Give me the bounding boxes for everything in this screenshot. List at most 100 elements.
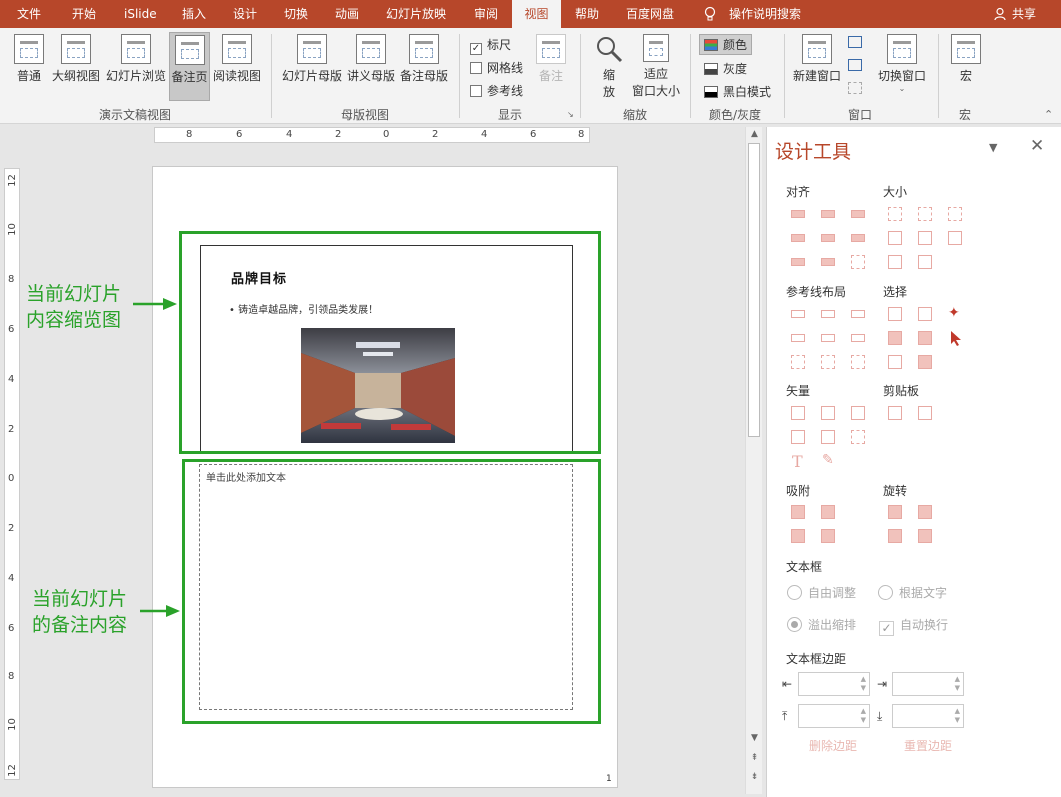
notes-page-button[interactable]: 备注页 [169, 32, 210, 101]
fill-height-icon[interactable] [918, 231, 932, 245]
tab-baidu-netdisk[interactable]: 百度网盘 [626, 0, 674, 28]
tab-slideshow[interactable]: 幻灯片放映 [386, 0, 446, 28]
slide-sorter-button[interactable]: 幻灯片浏览 [104, 34, 168, 84]
notes-master-button[interactable]: 备注母版 [398, 34, 450, 84]
share-button[interactable]: 共享 [1012, 0, 1036, 28]
guide-middle-icon[interactable] [821, 334, 835, 342]
macros-button[interactable]: 宏 [948, 34, 984, 84]
subtract-icon[interactable] [821, 430, 835, 444]
arrange-all-icon[interactable] [848, 36, 862, 48]
distribute-horizontal-icon[interactable] [791, 258, 805, 266]
pen-icon[interactable]: ✎ [822, 452, 834, 468]
close-icon[interactable]: ✕ [1030, 136, 1044, 156]
spinner-arrows-icon[interactable]: ▲ ▼ [861, 675, 866, 693]
remove-margins-button[interactable]: 删除边距 [809, 737, 857, 754]
scroll-down-icon[interactable]: ▼ [749, 733, 760, 744]
cascade-icon[interactable] [848, 59, 862, 71]
grayscale-button[interactable]: 灰度 [704, 60, 747, 77]
spinner-arrows-icon[interactable]: ▲ ▼ [955, 675, 960, 693]
scroll-up-icon[interactable]: ▲ [749, 129, 760, 140]
new-window-button[interactable]: 新建窗口 [791, 34, 843, 84]
margin-bottom-input[interactable]: ▲ ▼ [892, 704, 964, 728]
tab-help[interactable]: 帮助 [575, 0, 599, 28]
dialog-launcher-icon[interactable]: ↘ [567, 110, 574, 119]
guide-center-icon[interactable] [821, 310, 835, 318]
tab-view[interactable]: 视图 [512, 0, 561, 28]
black-white-button[interactable]: 黑白模式 [704, 83, 771, 100]
select-similar-icon[interactable] [918, 307, 932, 321]
fragment-icon[interactable] [851, 406, 865, 420]
split-icon[interactable] [848, 82, 862, 94]
ruler-checkbox[interactable]: ✓ 标尺 [470, 36, 511, 55]
normal-view-button[interactable]: 普通 [11, 34, 47, 84]
magic-wand-icon[interactable]: ✦ [948, 305, 960, 321]
copy-format-icon[interactable] [888, 406, 902, 420]
select-layer-icon[interactable] [918, 331, 932, 345]
tab-transitions[interactable]: 切换 [284, 0, 308, 28]
flip-horizontal-icon[interactable] [888, 529, 902, 543]
previous-slide-icon[interactable]: ⇞ [749, 753, 760, 764]
align-center-icon[interactable] [821, 210, 835, 218]
same-width-icon[interactable] [888, 207, 902, 221]
guide-grid-v-icon[interactable] [821, 355, 835, 369]
cursor-arrow-icon[interactable] [950, 330, 962, 346]
align-right-icon[interactable] [851, 210, 865, 218]
distribute-grid-icon[interactable] [851, 255, 865, 269]
tab-home[interactable]: 开始 [72, 0, 96, 28]
by-text-radio[interactable]: 根据文字 [878, 584, 947, 601]
snap-bottom-icon[interactable] [821, 529, 835, 543]
intersect-icon[interactable] [791, 430, 805, 444]
tab-insert[interactable]: 插入 [182, 0, 206, 28]
tab-review[interactable]: 审阅 [474, 0, 498, 28]
rotate-left-icon[interactable] [888, 505, 902, 519]
reading-view-button[interactable]: 阅读视图 [211, 34, 263, 84]
tab-islide[interactable]: iSlide [124, 0, 157, 28]
select-same-icon[interactable] [888, 307, 902, 321]
same-size-icon[interactable] [948, 207, 962, 221]
autofit-radio[interactable]: 自由调整 [787, 584, 856, 601]
spinner-arrows-icon[interactable]: ▲ ▼ [955, 707, 960, 725]
panel-menu-chevron-icon[interactable]: ▼ [989, 141, 997, 154]
switch-window-button[interactable]: 切换窗口 ⌄ [875, 34, 929, 93]
next-slide-icon[interactable]: ⇟ [749, 772, 760, 783]
flip-vertical-icon[interactable] [918, 529, 932, 543]
guide-bottom-icon[interactable] [851, 334, 865, 342]
select-hidden-icon[interactable] [918, 355, 932, 369]
swap-size-icon[interactable] [948, 231, 962, 245]
horizontal-ruler[interactable]: 8 6 4 2 0 2 4 6 8 [154, 127, 590, 143]
tab-animations[interactable]: 动画 [335, 0, 359, 28]
union-icon[interactable] [791, 406, 805, 420]
distribute-vertical-icon[interactable] [821, 258, 835, 266]
fill-width-icon[interactable] [888, 231, 902, 245]
same-height-icon[interactable] [918, 207, 932, 221]
align-bottom-icon[interactable] [851, 234, 865, 242]
edit-points-icon[interactable] [851, 430, 865, 444]
select-group-icon[interactable] [888, 331, 902, 345]
tell-me-search[interactable]: 操作说明搜索 [729, 0, 801, 28]
align-middle-icon[interactable] [821, 234, 835, 242]
notes-toggle-button[interactable]: 备注 [532, 34, 570, 84]
gridlines-checkbox[interactable]: 网格线 [470, 59, 523, 76]
guide-grid-icon[interactable] [851, 355, 865, 369]
snap-left-icon[interactable] [791, 505, 805, 519]
outline-view-button[interactable]: 大纲视图 [50, 34, 102, 84]
snap-top-icon[interactable] [791, 529, 805, 543]
margin-top-input[interactable]: ▲ ▼ [798, 704, 870, 728]
select-inverse-icon[interactable] [888, 355, 902, 369]
overflow-shrink-radio[interactable]: 溢出缩排 [787, 616, 856, 633]
text-to-shape-icon[interactable]: T [792, 452, 803, 471]
rotate-right-icon[interactable] [918, 505, 932, 519]
combine-icon[interactable] [821, 406, 835, 420]
color-mode-button[interactable]: 颜色 [699, 34, 752, 55]
align-left-icon[interactable] [791, 210, 805, 218]
scrollbar-thumb[interactable] [748, 143, 760, 437]
guides-checkbox[interactable]: 参考线 [470, 82, 523, 99]
tab-design[interactable]: 设计 [233, 0, 257, 28]
paste-format-icon[interactable] [918, 406, 932, 420]
reset-margins-button[interactable]: 重置边距 [904, 737, 952, 754]
slide-master-button[interactable]: 幻灯片母版 [280, 34, 344, 84]
align-top-icon[interactable] [791, 234, 805, 242]
spinner-arrows-icon[interactable]: ▲ ▼ [861, 707, 866, 725]
guide-top-icon[interactable] [791, 334, 805, 342]
guide-grid-h-icon[interactable] [791, 355, 805, 369]
